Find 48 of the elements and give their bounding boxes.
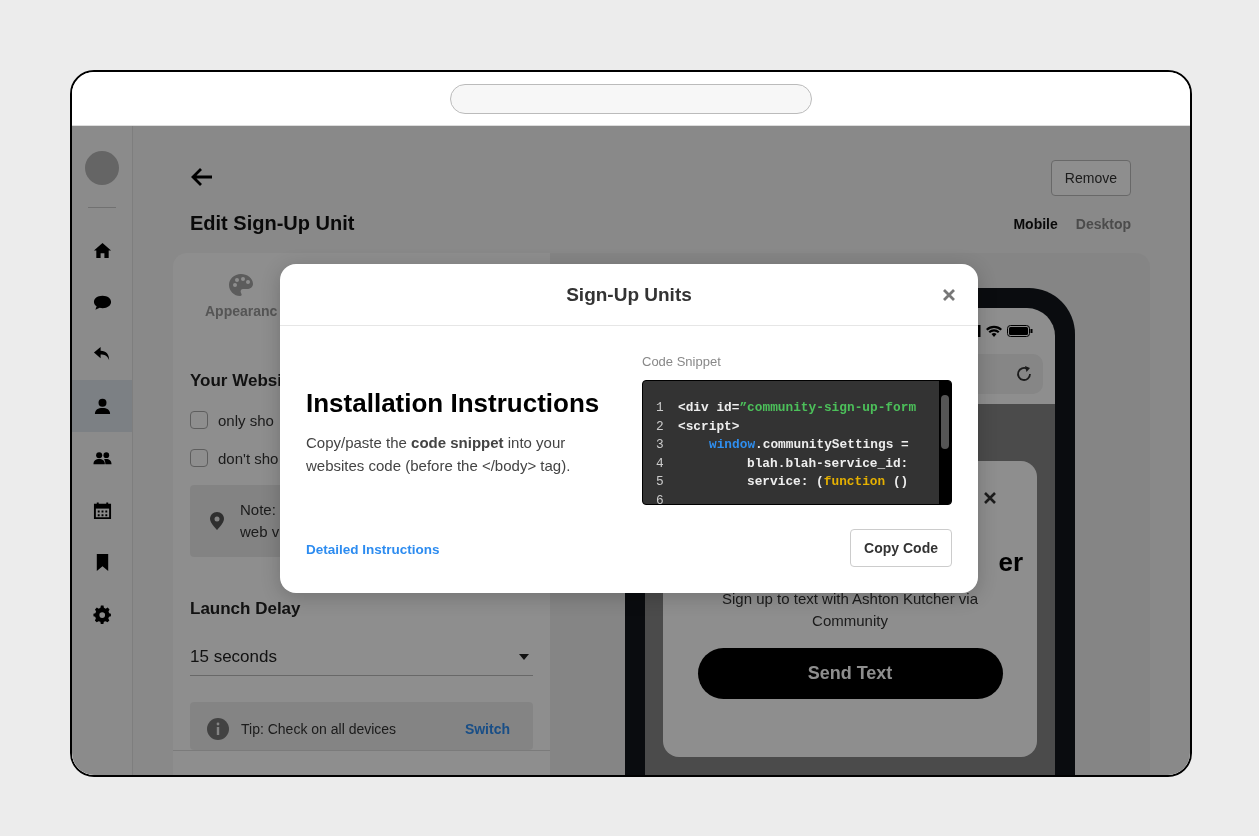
close-icon[interactable] xyxy=(983,491,997,505)
caret-icon xyxy=(519,654,529,660)
code-line: <script> xyxy=(678,417,740,436)
code-line: window.communitySettings = xyxy=(708,436,909,454)
detailed-instructions-link[interactable]: Detailed Instructions xyxy=(306,542,440,557)
instructions-heading: Installation Instructions xyxy=(306,388,601,419)
checkbox-label: don't sho xyxy=(218,449,279,467)
location-pin-icon xyxy=(210,512,224,530)
card-subtitle: Sign up to text with Ashton Kutcher via Community xyxy=(721,589,979,631)
page-title: Edit Sign-Up Unit xyxy=(190,212,355,235)
modal-title: Sign-Up Units xyxy=(566,283,692,306)
scrollbar[interactable] xyxy=(939,381,951,504)
calendar-icon xyxy=(92,500,112,520)
instructions-text: Copy/paste the code snippet into your websites code (before the </body> tag). xyxy=(306,433,572,476)
copy-code-button[interactable]: Copy Code xyxy=(850,529,952,567)
line-number: 4 xyxy=(656,454,665,473)
section-heading: Your Websi xyxy=(190,371,283,391)
note-text: Note: web v xyxy=(240,500,280,542)
settings-icon xyxy=(92,604,112,624)
checkbox-label: only sho xyxy=(218,411,274,429)
remove-button[interactable]: Remove xyxy=(1050,160,1131,196)
section-heading: Launch Delay xyxy=(190,599,302,619)
info-icon xyxy=(207,718,229,740)
palette-icon xyxy=(228,273,255,297)
person-icon xyxy=(92,396,112,416)
checkbox[interactable] xyxy=(190,449,208,467)
close-icon[interactable] xyxy=(942,288,956,302)
code-line: service: (function () xyxy=(746,473,909,491)
line-number: 2 xyxy=(656,417,665,436)
code-line: blah.blah-service_id: xyxy=(746,454,909,473)
code-line: <div id=”community-sign-up-form xyxy=(678,399,917,417)
sidebar-item[interactable] xyxy=(72,380,132,432)
snippet-label: Code Snippet xyxy=(642,354,722,369)
send-text-button[interactable]: Send Text xyxy=(697,648,1003,699)
back-arrow-icon[interactable] xyxy=(190,167,214,187)
view-tab[interactable]: Mobile xyxy=(1013,215,1058,232)
wifi-icon xyxy=(986,325,1002,337)
line-number: 6 xyxy=(656,491,665,504)
battery-icon xyxy=(1007,325,1033,337)
line-number: 1 xyxy=(656,399,665,417)
launch-delay-select[interactable]: 15 seconds xyxy=(190,647,533,676)
home-icon xyxy=(92,240,112,260)
line-number: 5 xyxy=(656,473,665,491)
checkbox[interactable] xyxy=(190,411,208,429)
card-heading: er xyxy=(998,547,1023,578)
tip-text: Tip: Check on all devices xyxy=(241,721,397,737)
line-number: 3 xyxy=(656,436,665,454)
refresh-icon[interactable] xyxy=(1015,365,1033,383)
